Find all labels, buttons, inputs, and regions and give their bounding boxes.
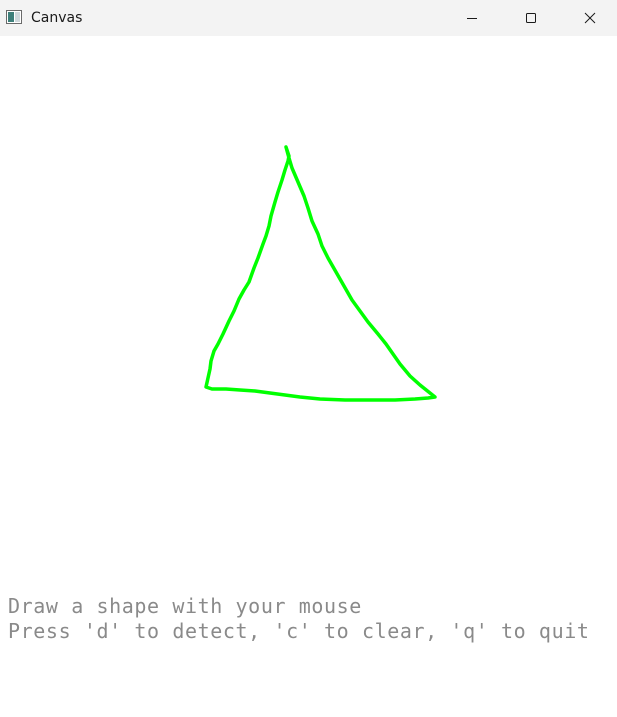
- close-button[interactable]: [567, 0, 613, 36]
- canvas-window: Canvas Draw a shape with your mouse Pres…: [0, 0, 617, 717]
- window-app-icon: [6, 10, 22, 24]
- drawn-triangle-stroke: [204, 145, 437, 402]
- window-title: Canvas: [31, 10, 83, 26]
- instruction-line-keys: Press 'd' to detect, 'c' to clear, 'q' t…: [8, 619, 590, 643]
- minimize-button[interactable]: [449, 0, 495, 36]
- drawing-canvas[interactable]: Draw a shape with your mouse Press 'd' t…: [0, 36, 617, 717]
- maximize-button[interactable]: [508, 0, 554, 36]
- maximize-icon: [526, 13, 536, 23]
- minimize-icon: [467, 18, 477, 19]
- title-bar[interactable]: Canvas: [0, 0, 617, 36]
- close-icon: [584, 12, 596, 24]
- instruction-line-draw: Draw a shape with your mouse: [8, 594, 362, 618]
